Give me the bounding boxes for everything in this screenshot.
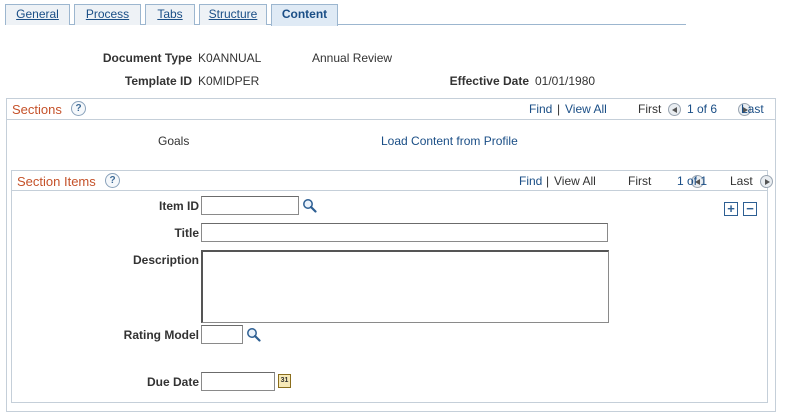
tab-process[interactable]: Process — [74, 4, 141, 25]
rating-model-input[interactable] — [201, 325, 243, 344]
template-id-label: Template ID — [124, 74, 192, 88]
item-id-input[interactable] — [201, 196, 299, 215]
calendar-icon[interactable]: 31 — [278, 374, 291, 388]
help-icon[interactable]: ? — [71, 101, 86, 116]
item-id-label: Item ID — [158, 199, 199, 213]
tab-content[interactable]: Content — [271, 4, 338, 26]
search-icon[interactable] — [302, 198, 317, 213]
title-input[interactable] — [201, 223, 608, 242]
help-icon[interactable]: ? — [105, 173, 120, 188]
sections-last-link[interactable]: Last — [741, 102, 764, 116]
rating-model-label: Rating Model — [123, 328, 199, 342]
section-items-header — [12, 171, 767, 191]
document-type-label: Document Type — [102, 51, 192, 65]
search-icon[interactable] — [246, 327, 261, 342]
description-label: Description — [132, 253, 199, 267]
effective-date-value: 01/01/1980 — [535, 74, 596, 88]
items-count: 1 of 1 — [677, 174, 708, 188]
sections-find-link[interactable]: Find — [529, 102, 552, 116]
separator: | — [546, 174, 550, 188]
sections-first-label: First — [638, 102, 662, 116]
sections-title: Sections — [12, 102, 62, 117]
title-label: Title — [174, 226, 199, 240]
items-first-label: First — [628, 174, 652, 188]
tab-general[interactable]: General — [5, 4, 70, 25]
items-last-label: Last — [730, 174, 753, 188]
document-type-value: K0ANNUAL — [198, 51, 262, 65]
due-date-input[interactable] — [201, 372, 275, 391]
due-date-label: Due Date — [146, 375, 199, 389]
section-items-title: Section Items — [17, 174, 96, 189]
tab-tabs[interactable]: Tabs — [145, 4, 195, 25]
sections-view-all-link[interactable]: View All — [565, 102, 607, 116]
items-find-link[interactable]: Find — [519, 174, 542, 188]
items-view-all-text: View All — [554, 174, 596, 188]
tab-bar: General Process Tabs Structure Content — [5, 4, 686, 26]
template-id-value: K0MIDPER — [198, 74, 260, 88]
effective-date-label: Effective Date — [449, 74, 529, 88]
description-textarea[interactable] — [201, 250, 609, 323]
separator: | — [557, 102, 561, 116]
load-content-link[interactable]: Load Content from Profile — [381, 134, 518, 148]
tab-structure[interactable]: Structure — [199, 4, 267, 25]
sections-count: 1 of 6 — [687, 102, 718, 116]
document-type-description: Annual Review — [312, 51, 393, 65]
add-row-button[interactable]: + — [724, 202, 738, 216]
remove-row-button[interactable]: − — [743, 202, 757, 216]
section-name: Goals — [158, 134, 190, 148]
